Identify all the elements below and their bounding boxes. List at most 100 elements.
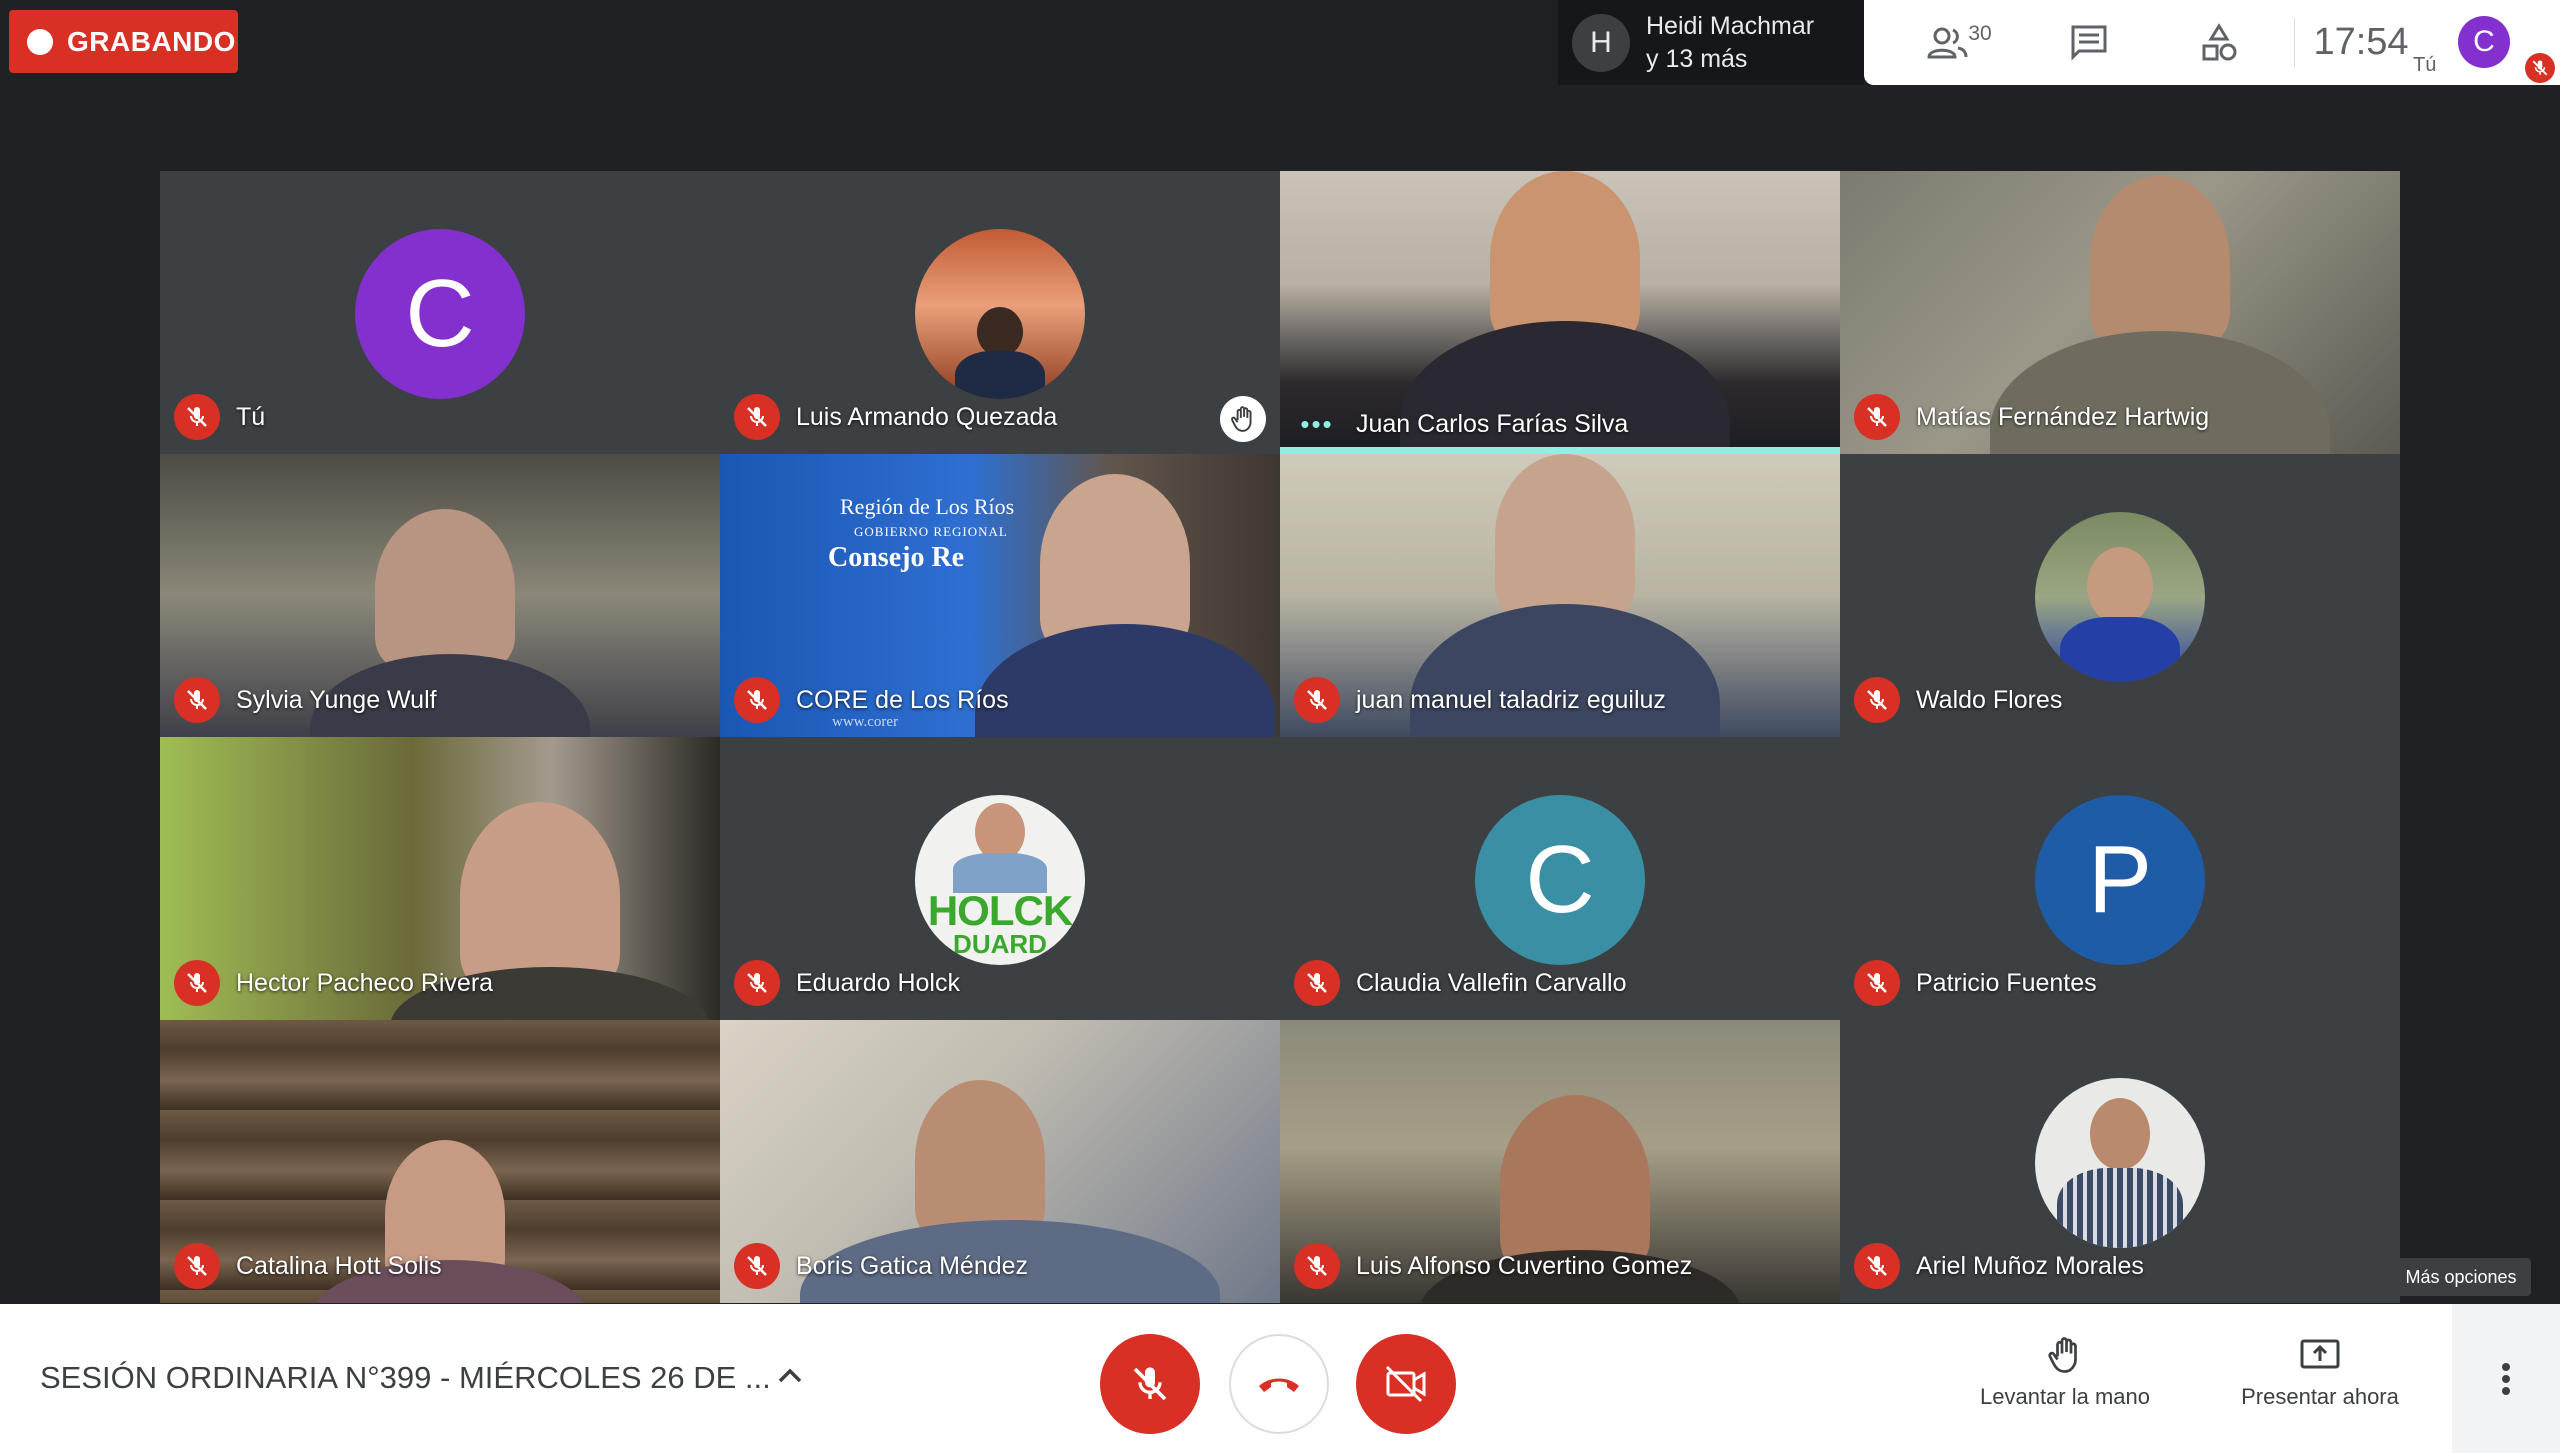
mic-off-icon [1854,1243,1900,1289]
presenter-names: Heidi Machmar y 13 más [1646,10,1814,76]
people-icon [1927,27,1968,58]
participant-name-row: Matías Fernández Hartwig [1854,394,2209,440]
participant-name: Matías Fernández Hartwig [1916,402,2210,431]
participant-tile[interactable]: P Patricio Fuentes [1840,737,2400,1020]
mic-off-icon [734,1243,780,1289]
people-count: 30 [1968,21,1992,45]
participant-tile-video[interactable]: Luis Alfonso Cuvertino Gomez [1280,1020,1840,1303]
self-label: Tú [2413,54,2437,76]
presenter-chip[interactable]: H Heidi Machmar y 13 más [1558,0,1864,85]
participant-name: Luis Alfonso Cuvertino Gomez [1356,1251,1693,1280]
banner-sign-text: Región de Los Ríos [840,494,1015,519]
participant-name: Eduardo Holck [796,968,960,997]
participant-name-row: Boris Gatica Méndez [734,1243,1028,1289]
participant-tile-video[interactable]: Sylvia Yunge Wulf [160,454,720,737]
mic-off-icon [1854,960,1900,1006]
participant-name-row: Luis Alfonso Cuvertino Gomez [1294,1243,1692,1289]
participant-tile[interactable]: HOLCK DUARD Eduardo Holck [720,737,1280,1020]
activities-icon [2202,22,2237,60]
mic-off-icon [1854,394,1900,440]
more-options-button[interactable] [2452,1304,2560,1453]
participant-name: Luis Armando Quezada [796,402,1058,431]
participant-tile[interactable]: Luis Armando Quezada [720,171,1280,454]
presenter-more: y 13 más [1646,44,1748,73]
participant-tile[interactable]: C Tú [160,171,720,454]
participant-tile[interactable]: Ariel Muñoz Morales [1840,1020,2400,1303]
participant-name: Sylvia Yunge Wulf [236,685,437,714]
self-mic-off-icon [2525,53,2555,83]
participant-face [1490,171,1640,346]
participant-name-row: Eduardo Holck [734,960,960,1006]
raise-hand-label: Levantar la mano [1980,1384,2150,1409]
leave-call-button[interactable] [1229,1334,1329,1434]
raise-hand-icon [2048,1337,2077,1373]
more-vert-icon [2502,1362,2510,1395]
raised-hand-icon [1220,396,1266,442]
mic-off-icon [174,394,220,440]
mic-off-icon [1133,1367,1167,1401]
participant-avatar: P [2035,795,2205,965]
participant-name: juan manuel taladriz eguiluz [1356,685,1666,714]
participant-body [975,624,1275,737]
participant-tile-video[interactable]: Región de Los Ríos GOBIERNO REGIONAL Con… [720,454,1280,737]
banner-sign-title: Consejo Re [828,542,965,573]
mic-off-icon [174,960,220,1006]
participant-name-row: Patricio Fuentes [1854,960,2097,1006]
participant-name-row: juan manuel taladriz eguiluz [1294,677,1666,723]
participant-name: Ariel Muñoz Morales [1916,1251,2144,1280]
microphone-toggle-button[interactable] [1100,1334,1200,1434]
participant-name: CORE de Los Ríos [796,685,1009,714]
participant-name-row: Claudia Vallefin Carvallo [1294,960,1627,1006]
participant-avatar-photo: HOLCK DUARD [915,795,1085,965]
participant-name-row: Waldo Flores [1854,677,2062,723]
participant-name-row: Luis Armando Quezada [734,394,1057,440]
participant-name: Boris Gatica Méndez [796,1251,1029,1280]
banner-sign-subtext: GOBIERNO REGIONAL [854,524,1008,539]
mic-off-icon [1294,960,1340,1006]
mic-off-icon [1294,1243,1340,1289]
top-panel-divider [2294,18,2295,68]
mic-off-icon [734,394,780,440]
recording-label: GRABANDO [67,25,236,57]
raise-hand-button[interactable]: Levantar la mano [1965,1334,2165,1410]
participant-name: Juan Carlos Farías Silva [1356,410,1629,438]
participant-tile-video[interactable]: juan manuel taladriz eguiluz [1280,454,1840,737]
recording-dot-icon [27,28,53,55]
chevron-up-icon[interactable] [770,1356,810,1396]
participant-name-row: Hector Pacheco Rivera [174,960,493,1006]
clock: 17:54 [2296,0,2426,85]
chat-button[interactable] [2034,0,2144,85]
participant-name-row: Catalina Hott Solis [174,1243,442,1289]
participant-tile[interactable]: C Claudia Vallefin Carvallo [1280,737,1840,1020]
participant-name-row: Sylvia Yunge Wulf [174,677,437,723]
present-now-label: Presentar ahora [2241,1384,2399,1409]
activities-button[interactable] [2164,0,2274,85]
participant-name-row: CORE de Los Ríos [734,677,1009,723]
participant-face [2090,176,2230,346]
self-avatar[interactable]: C [2458,16,2510,68]
more-options-tooltip: Más opciones [2391,1258,2531,1296]
participant-tile-video[interactable]: ••• Juan Carlos Farías Silva [1280,171,1840,454]
participant-tile-video[interactable]: Matías Fernández Hartwig [1840,171,2400,454]
participant-tile-video[interactable]: Hector Pacheco Rivera [160,737,720,1020]
present-screen-icon [2300,1339,2340,1369]
participant-name-row: Ariel Muñoz Morales [1854,1243,2144,1289]
presenter-name: Heidi Machmar [1646,11,1815,40]
hang-up-icon [1259,1378,1299,1392]
meeting-title[interactable]: SESIÓN ORDINARIA N°399 - MIÉRCOLES 26 DE… [40,1360,771,1396]
participant-name-row: ••• Juan Carlos Farías Silva [1294,409,1628,440]
people-button[interactable]: 30 [1904,0,2014,85]
recording-badge: GRABANDO [9,10,238,73]
participant-tile[interactable]: Waldo Flores [1840,454,2400,737]
mic-off-icon [174,677,220,723]
participant-tile-video[interactable]: Boris Gatica Méndez [720,1020,1280,1303]
mic-off-icon [174,1243,220,1289]
avatar-logo-text: HOLCK [927,887,1073,934]
avatar-logo-subtext: DUARD [953,929,1047,959]
present-now-button[interactable]: Presentar ahora [2220,1334,2420,1410]
camera-toggle-button[interactable] [1356,1334,1456,1434]
participant-grid: C Tú Luis Armando Quezada ••• Juan Carlo… [160,171,2400,1303]
participant-name: Tú [236,402,266,431]
participant-tile-video[interactable]: Catalina Hott Solis [160,1020,720,1303]
participant-name: Catalina Hott Solis [236,1251,442,1280]
